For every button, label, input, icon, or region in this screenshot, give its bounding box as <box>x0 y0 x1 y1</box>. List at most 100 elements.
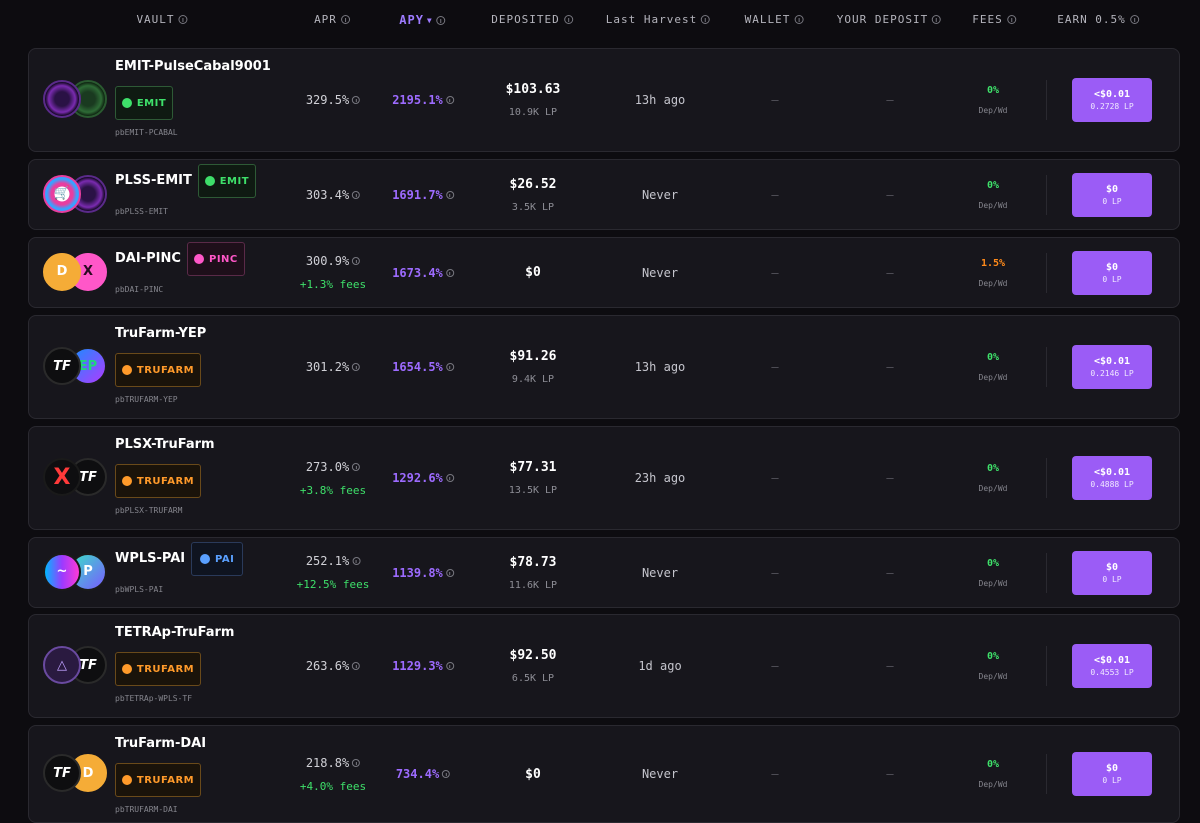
deposited-lp: 13.5K LP <box>508 485 558 496</box>
vault-symbol: pbTRUFARM-YEP <box>115 395 178 404</box>
fees-cell: 1.5% Dep/Wd <box>979 238 1008 307</box>
info-icon[interactable] <box>352 758 361 767</box>
earn-value: <$0.01 <box>1093 356 1131 367</box>
header-apy[interactable]: APY ▼ <box>399 13 445 27</box>
token-pair-icons: 🛒 <box>43 174 107 215</box>
fee-value: 0% <box>986 759 1000 770</box>
vault-name[interactable]: EMIT-PulseCabal9001 <box>115 59 271 74</box>
vault-symbol: pbEMIT-PCABAL <box>115 128 178 137</box>
info-icon[interactable] <box>445 662 454 670</box>
header-fees[interactable]: FEES <box>972 13 1016 26</box>
emit-icon <box>43 80 81 118</box>
your-deposit-cell: — <box>886 538 893 607</box>
vault-name[interactable]: TruFarm-DAI <box>115 736 206 751</box>
earn-value: $0 <box>1105 763 1119 774</box>
token-pair-icons: D X <box>43 252 107 293</box>
last-harvest-value: 13h ago <box>634 93 686 107</box>
info-icon[interactable] <box>442 770 451 778</box>
earn-button[interactable]: <$0.01 0.2146 LP <box>1072 345 1152 389</box>
earn-button[interactable]: $0 0 LP <box>1072 550 1152 595</box>
vault-row[interactable]: X TF PLSX-TruFarm TRUFARM pbPLSX-TRUFARM… <box>28 426 1180 530</box>
wallet-value: — <box>771 767 779 781</box>
info-icon[interactable] <box>445 363 454 371</box>
header-your-deposit[interactable]: YOUR DEPOSIT <box>837 13 942 26</box>
earn-button[interactable]: <$0.01 0.4888 LP <box>1072 456 1152 500</box>
info-icon[interactable] <box>1129 15 1139 24</box>
info-icon[interactable] <box>178 15 188 24</box>
vault-row[interactable]: 🛒 PLSS-EMIT EMIT pbPLSS-EMIT 303.4% 1691… <box>28 159 1180 230</box>
info-icon[interactable] <box>340 15 350 24</box>
header-apr[interactable]: APR <box>314 13 350 26</box>
vault-row[interactable]: △ TF TETRAp-TruFarm TRUFARM pbTETRAp-WPL… <box>28 614 1180 718</box>
earn-button[interactable]: <$0.01 0.2728 LP <box>1072 78 1152 122</box>
deposited-value: $103.63 <box>505 82 561 97</box>
vault-name[interactable]: TruFarm-YEP <box>115 326 206 341</box>
last-harvest-value: 23h ago <box>634 471 686 485</box>
vault-row[interactable]: D X DAI-PINC PINC pbDAI-PINC 300.9% +1.3… <box>28 237 1180 308</box>
info-icon[interactable] <box>352 96 361 104</box>
info-icon[interactable] <box>352 190 361 199</box>
info-icon[interactable] <box>932 15 942 24</box>
pinc-logo-icon <box>193 254 204 264</box>
info-icon[interactable] <box>352 257 361 265</box>
deposited-value: $26.52 <box>509 176 557 192</box>
wallet-value: — <box>771 471 779 485</box>
platform-tag: PAI <box>191 542 244 576</box>
earn-button[interactable]: <$0.01 0.4553 LP <box>1072 644 1152 688</box>
info-icon[interactable] <box>445 96 454 104</box>
wallet-cell: — <box>771 615 778 717</box>
sort-desc-icon: ▼ <box>426 15 433 25</box>
token-pair-icons: ~ P <box>43 552 107 593</box>
divider <box>1046 552 1047 593</box>
info-icon[interactable] <box>701 15 711 24</box>
apy-value: 1292.6% <box>392 471 443 485</box>
info-icon[interactable] <box>435 15 445 25</box>
vault-row[interactable]: TF EP TruFarm-YEP TRUFARM pbTRUFARM-YEP … <box>28 315 1180 419</box>
vault-name[interactable]: WPLS-PAI <box>115 551 185 566</box>
fees-cell: 0% Dep/Wd <box>979 316 1008 418</box>
apr-fees-note: +3.8% fees <box>299 483 367 497</box>
apr-value: 252.1% <box>305 554 350 568</box>
vault-name[interactable]: PLSS-EMIT <box>115 173 192 188</box>
apy-value: 1654.5% <box>392 360 443 374</box>
header-last-harvest[interactable]: Last Harvest <box>606 13 711 26</box>
vault-row[interactable]: EMIT-PulseCabal9001 EMIT pbEMIT-PCABAL 3… <box>28 48 1180 152</box>
fee-label: Dep/Wd <box>978 672 1008 681</box>
info-icon[interactable] <box>1006 15 1016 24</box>
earn-value: <$0.01 <box>1093 467 1131 478</box>
info-icon[interactable] <box>445 568 454 577</box>
wpls-icon: ~ <box>43 552 81 591</box>
apr-value: 329.5% <box>305 93 350 107</box>
info-icon[interactable] <box>352 557 361 565</box>
info-icon[interactable] <box>352 662 361 670</box>
earn-button[interactable]: $0 0 LP <box>1072 172 1152 217</box>
info-icon[interactable] <box>352 462 361 471</box>
header-deposited[interactable]: DEPOSITED <box>491 13 573 26</box>
apr-fees-note: +1.3% fees <box>299 278 367 291</box>
header-wallet[interactable]: WALLET <box>745 13 804 26</box>
deposited-cell: $77.31 13.5K LP <box>509 427 557 529</box>
info-icon[interactable] <box>352 363 361 371</box>
your-deposit-cell: — <box>886 316 893 418</box>
header-vault[interactable]: VAULT <box>136 13 188 26</box>
vault-row[interactable]: ~ P WPLS-PAI PAI pbWPLS-PAI 252.1% +12.5… <box>28 537 1180 608</box>
plss-icon: 🛒 <box>43 174 81 213</box>
vault-name[interactable]: TETRAp-TruFarm <box>115 625 234 640</box>
apy-value: 2195.1% <box>392 93 443 107</box>
header-earn[interactable]: EARN 0.5% <box>1057 13 1139 26</box>
your-deposit-value: — <box>886 93 894 107</box>
last-harvest-cell: Never <box>642 238 678 307</box>
vault-row[interactable]: TF D TruFarm-DAI TRUFARM pbTRUFARM-DAI 2… <box>28 725 1180 823</box>
info-icon[interactable] <box>445 268 454 277</box>
earn-value: <$0.01 <box>1093 89 1131 100</box>
info-icon[interactable] <box>445 474 454 482</box>
vault-name[interactable]: PLSX-TruFarm <box>115 437 215 452</box>
earn-button[interactable]: $0 0 LP <box>1072 752 1152 796</box>
info-icon[interactable] <box>563 15 573 24</box>
earn-button[interactable]: $0 0 LP <box>1072 250 1152 295</box>
vault-name[interactable]: DAI-PINC <box>115 251 181 266</box>
wallet-value: — <box>771 93 779 107</box>
info-icon[interactable] <box>445 190 454 199</box>
info-icon[interactable] <box>794 15 804 24</box>
pai-logo-icon <box>199 554 210 564</box>
